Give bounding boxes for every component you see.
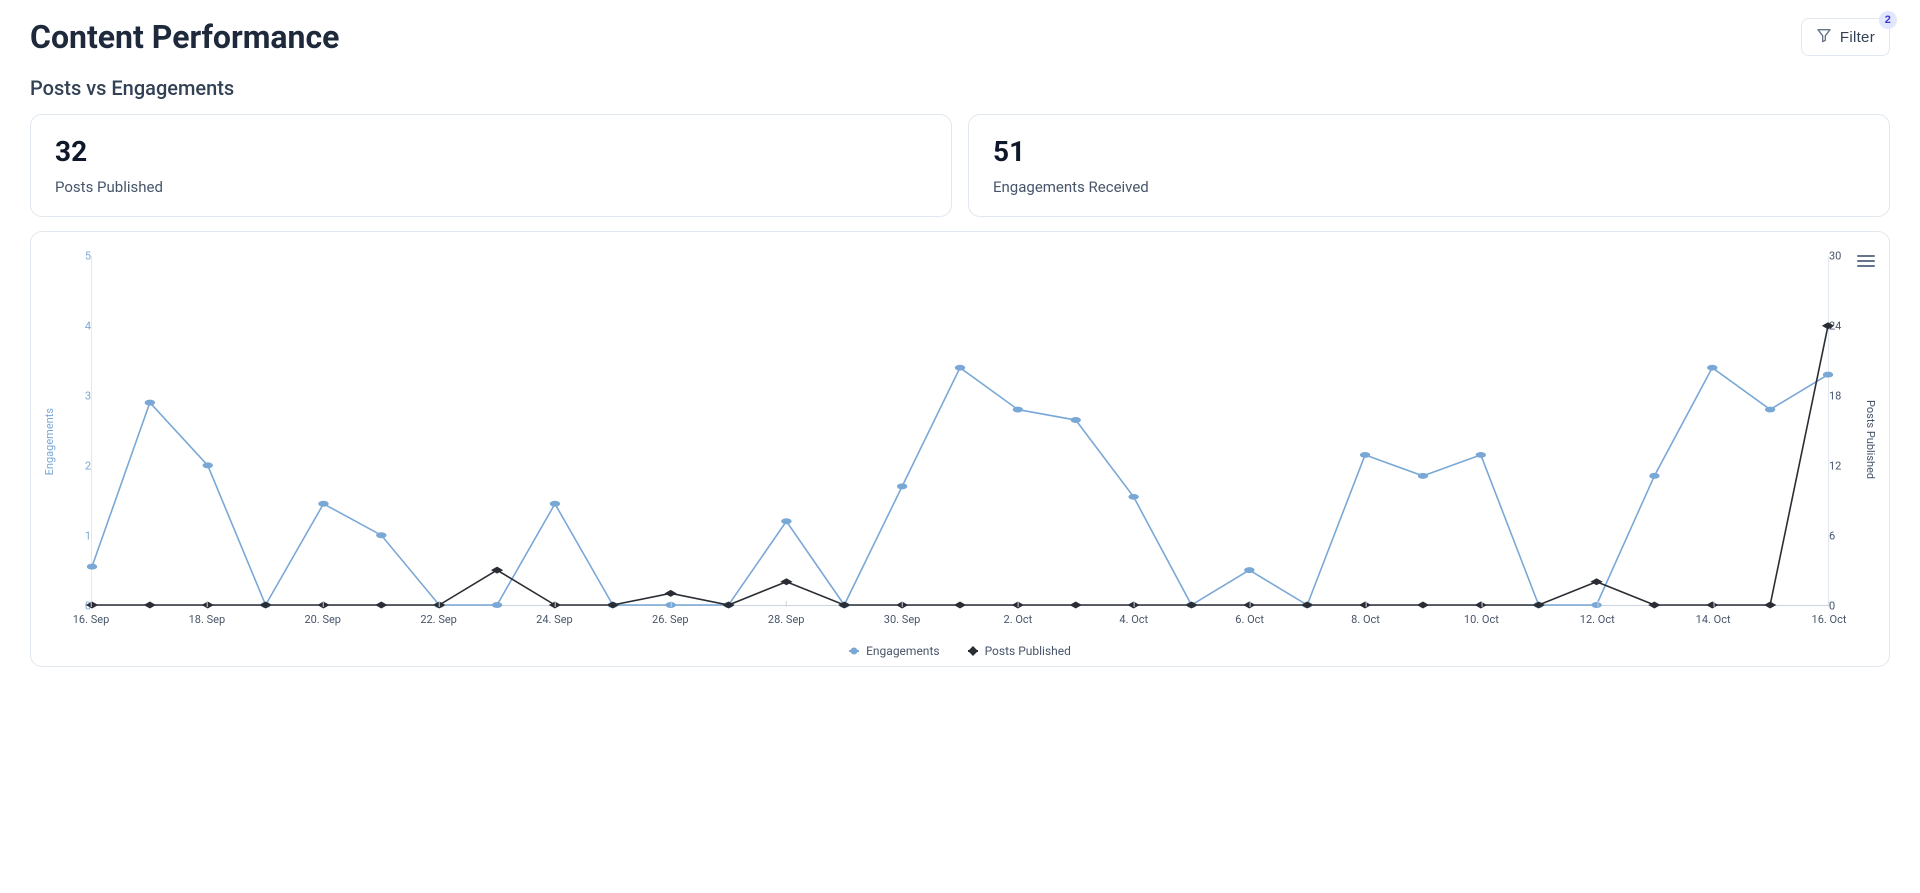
stat-label: Engagements Received	[993, 178, 1865, 196]
stat-card-engagements-received: 51 Engagements Received	[968, 114, 1890, 217]
chart-area: Engagements Posts Published 012345 06121…	[91, 256, 1829, 636]
legend-label: Engagements	[866, 644, 939, 658]
chart-legend: Engagements Posts Published	[41, 644, 1879, 658]
filter-button-label: Filter	[1840, 29, 1875, 46]
y-axis-right-ticks: 0612182430	[1829, 256, 1859, 606]
filter-button[interactable]: Filter 2	[1801, 18, 1890, 56]
legend-item-engagements[interactable]: Engagements	[849, 644, 939, 658]
x-axis-ticks: 16. Sep18. Sep20. Sep22. Sep24. Sep26. S…	[91, 606, 1829, 636]
legend-marker-posts	[968, 650, 978, 652]
stat-card-posts-published: 32 Posts Published	[30, 114, 952, 217]
legend-label: Posts Published	[985, 644, 1071, 658]
y-axis-right-title: Posts Published	[1864, 400, 1877, 479]
stat-value: 32	[55, 135, 927, 168]
chart-menu-icon[interactable]	[1857, 252, 1875, 270]
y-axis-left-ticks: 012345	[61, 256, 91, 606]
stat-label: Posts Published	[55, 178, 927, 196]
chart-plot[interactable]	[91, 256, 1829, 606]
y-axis-left-title: Engagements	[43, 408, 56, 475]
filter-count-badge: 2	[1879, 11, 1897, 29]
chart-card: Engagements Posts Published 012345 06121…	[30, 231, 1890, 667]
legend-marker-engagements	[849, 650, 859, 652]
legend-item-posts-published[interactable]: Posts Published	[968, 644, 1071, 658]
stat-value: 51	[993, 135, 1865, 168]
section-subheading: Posts vs Engagements	[30, 76, 1890, 100]
filter-icon	[1816, 27, 1832, 47]
page-title: Content Performance	[30, 18, 339, 56]
